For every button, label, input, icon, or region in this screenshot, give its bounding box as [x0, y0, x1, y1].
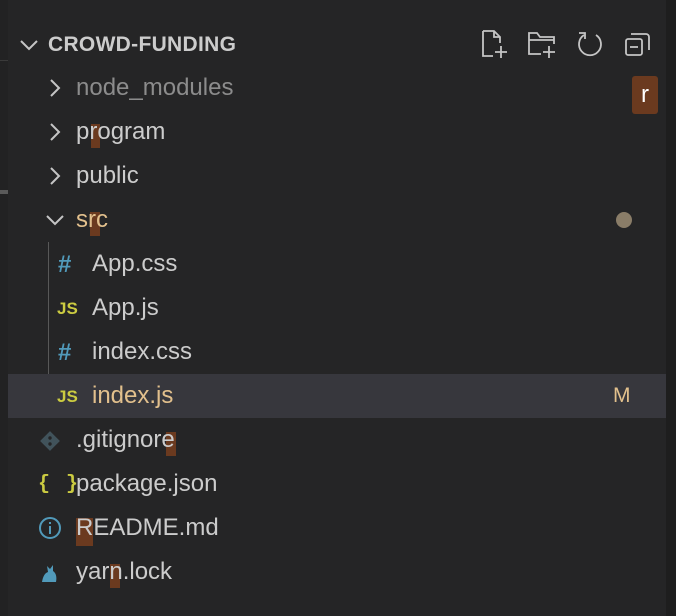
tree-item-label: index.js: [92, 382, 174, 409]
explorer-section-header[interactable]: CROWD-FUNDING: [8, 22, 666, 66]
tree-item-gitignore[interactable]: .gitignore: [8, 418, 666, 462]
sidebar-left-edge: [0, 0, 8, 616]
chevron-right-icon[interactable]: [44, 121, 66, 143]
chevron-down-icon[interactable]: [18, 34, 40, 56]
tree-item-index-css[interactable]: # index.css: [8, 330, 666, 374]
tree-item-label: src: [76, 206, 108, 233]
tree-item-label: node_modules: [76, 74, 234, 101]
scroll-indicator: [0, 190, 8, 194]
tree-item-label: yarn.lock: [76, 558, 173, 585]
info-icon: [39, 517, 61, 539]
git-icon: [40, 431, 60, 451]
divider: [0, 60, 8, 61]
tree-item-label: README.md: [76, 514, 219, 541]
yarn-icon: [42, 565, 57, 582]
tree-item-label: App.js: [92, 294, 159, 321]
tree-item-package-json[interactable]: { } package.json: [8, 462, 666, 506]
tree-item-public[interactable]: public: [8, 154, 666, 198]
refresh-icon[interactable]: [574, 28, 606, 60]
tree-item-app-js[interactable]: JS App.js: [8, 286, 666, 330]
tree-item-label: public: [76, 162, 139, 189]
tree-item-src[interactable]: src: [8, 198, 666, 242]
tree-item-readme[interactable]: README.md: [8, 506, 666, 550]
tree-item-app-css[interactable]: # App.css: [8, 242, 666, 286]
css-icon: #: [58, 339, 72, 366]
tree-item-label: .gitignore: [76, 426, 175, 453]
new-folder-icon[interactable]: [526, 28, 558, 60]
chevron-right-icon[interactable]: [44, 165, 66, 187]
chevron-right-icon[interactable]: [44, 77, 66, 99]
tree-item-label: index.css: [92, 338, 193, 365]
tree-item-index-js[interactable]: JS index.js: [8, 374, 666, 418]
tree-item-yarn-lock[interactable]: yarn.lock: [8, 550, 666, 594]
tree-item-label: App.css: [92, 250, 178, 277]
css-icon: #: [58, 251, 72, 278]
tree-item-label: package.json: [76, 470, 218, 497]
tree-item-node-modules[interactable]: node_modules: [8, 66, 666, 110]
git-status-badge: M: [613, 384, 631, 407]
js-icon: JS: [57, 387, 78, 406]
editor-edge: [666, 0, 676, 616]
explorer-title: CROWD-FUNDING: [48, 33, 237, 56]
new-file-icon[interactable]: [478, 28, 510, 60]
collapse-all-icon[interactable]: [622, 28, 654, 60]
modified-dot-icon: [616, 212, 632, 228]
tree-item-program[interactable]: program: [8, 110, 666, 154]
chevron-down-icon[interactable]: [44, 209, 66, 231]
tree-item-label: program: [76, 118, 166, 145]
json-icon: { }: [38, 473, 81, 496]
js-icon: JS: [57, 299, 78, 318]
